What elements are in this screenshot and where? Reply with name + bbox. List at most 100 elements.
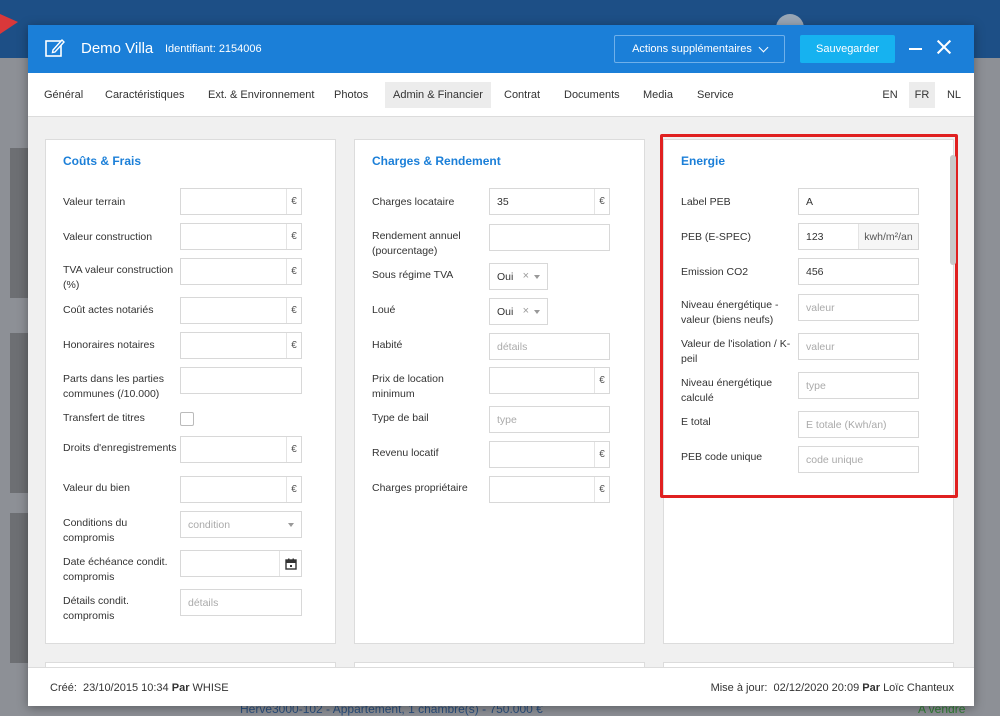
- property-value-input[interactable]: €: [180, 476, 302, 503]
- more-actions-button[interactable]: Actions supplémentaires: [614, 35, 785, 63]
- minimize-icon[interactable]: [909, 48, 922, 50]
- caret-down-icon: [288, 523, 294, 527]
- vat-regime-select[interactable]: Oui ×: [489, 263, 548, 290]
- owner-charges-input[interactable]: €: [489, 476, 610, 503]
- background-thumbnail: [10, 333, 28, 493]
- tab-caracteristiques[interactable]: Caractéristiques: [97, 82, 192, 108]
- chevron-down-icon: [758, 42, 769, 52]
- euro-suffix: €: [594, 368, 609, 393]
- save-button[interactable]: Sauvegarder: [800, 35, 895, 63]
- field-label: Conditions du compromis: [63, 517, 128, 544]
- background-thumbnail: [10, 513, 28, 663]
- tab-admin-financier[interactable]: Admin & Financier: [385, 82, 491, 108]
- land-value-input[interactable]: €: [180, 188, 302, 215]
- field-label: Transfert de titres: [63, 412, 145, 424]
- modal-footer: Créé: 23/10/2015 10:34 Par WHISE Mise à …: [28, 667, 974, 706]
- field-label: PEB code unique: [681, 451, 763, 463]
- condition-details-input[interactable]: détails: [180, 589, 302, 616]
- energy-panel: Energie Label PEB A PEB (E-SPEC) 123 kwh/…: [663, 139, 954, 644]
- language-nl[interactable]: NL: [941, 82, 967, 108]
- rented-select[interactable]: Oui ×: [489, 298, 548, 325]
- tab-documents[interactable]: Documents: [556, 82, 628, 108]
- peb-unique-code-input[interactable]: code unique: [798, 446, 919, 473]
- unit-suffix: kwh/m²/an: [858, 224, 918, 249]
- field-label: Niveau énergétique calculé: [681, 377, 773, 404]
- compromise-conditions-select[interactable]: condition: [180, 511, 302, 538]
- field-label: Type de bail: [372, 412, 429, 424]
- charges-panel: Charges & Rendement Charges locataire 35…: [354, 139, 645, 644]
- field-label: Date échéance condit. compromis: [63, 556, 168, 583]
- field-label: PEB (E-SPEC): [681, 231, 752, 243]
- field-label: Coût actes notariés: [63, 304, 154, 316]
- vat-construction-input[interactable]: €: [180, 258, 302, 285]
- insulation-value-input[interactable]: valeur: [798, 333, 919, 360]
- notary-acts-cost-input[interactable]: €: [180, 297, 302, 324]
- euro-suffix: €: [594, 442, 609, 467]
- field-label: Label PEB: [681, 196, 731, 208]
- calendar-icon[interactable]: [279, 551, 301, 576]
- edit-icon: [45, 38, 65, 57]
- calculated-energy-level-input[interactable]: type: [798, 372, 919, 399]
- field-label: Revenu locatif: [372, 447, 439, 459]
- peb-espec-input[interactable]: 123 kwh/m²/an: [798, 223, 919, 250]
- created-date: 23/10/2015 10:34: [83, 682, 169, 694]
- field-label: Rendement annuel (pourcentage): [372, 230, 461, 257]
- tab-contrat[interactable]: Contrat: [496, 82, 548, 108]
- field-label: Emission CO2: [681, 266, 749, 278]
- peb-label-input[interactable]: A: [798, 188, 919, 215]
- field-label: Valeur construction: [63, 231, 153, 243]
- notary-fees-input[interactable]: €: [180, 332, 302, 359]
- updated-info: Mise à jour: 02/12/2020 20:09 Par Loïc C…: [710, 682, 954, 694]
- field-label: Valeur terrain: [63, 196, 126, 208]
- clear-icon[interactable]: ×: [523, 270, 529, 282]
- tenant-charges-input[interactable]: 35 €: [489, 188, 610, 215]
- language-fr[interactable]: FR: [909, 82, 935, 108]
- field-label: Niveau énergétique - valeur (biens neufs…: [681, 299, 779, 326]
- close-icon[interactable]: [936, 39, 952, 55]
- tab-service[interactable]: Service: [689, 82, 742, 108]
- language-en[interactable]: EN: [877, 82, 903, 108]
- caret-down-icon: [534, 310, 540, 314]
- section-title: Charges & Rendement: [372, 154, 501, 168]
- euro-suffix: €: [286, 477, 301, 502]
- e-total-input[interactable]: E totale (Kwh/an): [798, 411, 919, 438]
- euro-suffix: €: [286, 224, 301, 249]
- clear-icon[interactable]: ×: [523, 305, 529, 317]
- section-title: Energie: [681, 154, 726, 168]
- condition-deadline-date-input[interactable]: [180, 550, 302, 577]
- tab-media[interactable]: Media: [635, 82, 681, 108]
- annual-yield-input[interactable]: [489, 224, 610, 251]
- field-label: Droits d'enregistrements: [63, 442, 177, 454]
- energy-level-value-input[interactable]: valeur: [798, 294, 919, 321]
- background-thumbnail: [10, 148, 28, 298]
- rental-income-input[interactable]: €: [489, 441, 610, 468]
- euro-suffix: €: [594, 477, 609, 502]
- field-label: Valeur de l'isolation / K-peil: [681, 338, 791, 365]
- euro-suffix: €: [286, 333, 301, 358]
- construction-value-input[interactable]: €: [180, 223, 302, 250]
- title-transfer-checkbox[interactable]: [180, 412, 194, 426]
- scrollbar[interactable]: [950, 155, 956, 265]
- tab-exterieur-environnement[interactable]: Ext. & Environnement: [200, 82, 322, 108]
- common-parts-input[interactable]: [180, 367, 302, 394]
- field-label: E total: [681, 416, 711, 428]
- minimum-rent-input[interactable]: €: [489, 367, 610, 394]
- section-title: Coûts & Frais: [63, 154, 142, 168]
- costs-panel: Coûts & Frais Valeur terrain € Valeur co…: [45, 139, 336, 644]
- euro-suffix: €: [286, 298, 301, 323]
- field-label: Prix de location minimum: [372, 373, 444, 400]
- occupied-details-input[interactable]: détails: [489, 333, 610, 360]
- lease-type-input[interactable]: type: [489, 406, 610, 433]
- euro-suffix: €: [286, 437, 301, 462]
- app-logo: [0, 14, 18, 34]
- updated-by: Loïc Chanteux: [883, 682, 954, 694]
- field-label: Sous régime TVA: [372, 269, 454, 281]
- field-label: Charges propriétaire: [372, 482, 468, 494]
- co2-emission-input[interactable]: 456: [798, 258, 919, 285]
- field-label: Honoraires notaires: [63, 339, 155, 351]
- more-actions-label: Actions supplémentaires: [632, 43, 752, 55]
- registration-duties-input[interactable]: €: [180, 436, 302, 463]
- tab-general[interactable]: Général: [36, 82, 91, 108]
- tab-photos[interactable]: Photos: [326, 82, 376, 108]
- property-edit-modal: Demo Villa Identifiant: 2154006 Actions …: [28, 25, 974, 706]
